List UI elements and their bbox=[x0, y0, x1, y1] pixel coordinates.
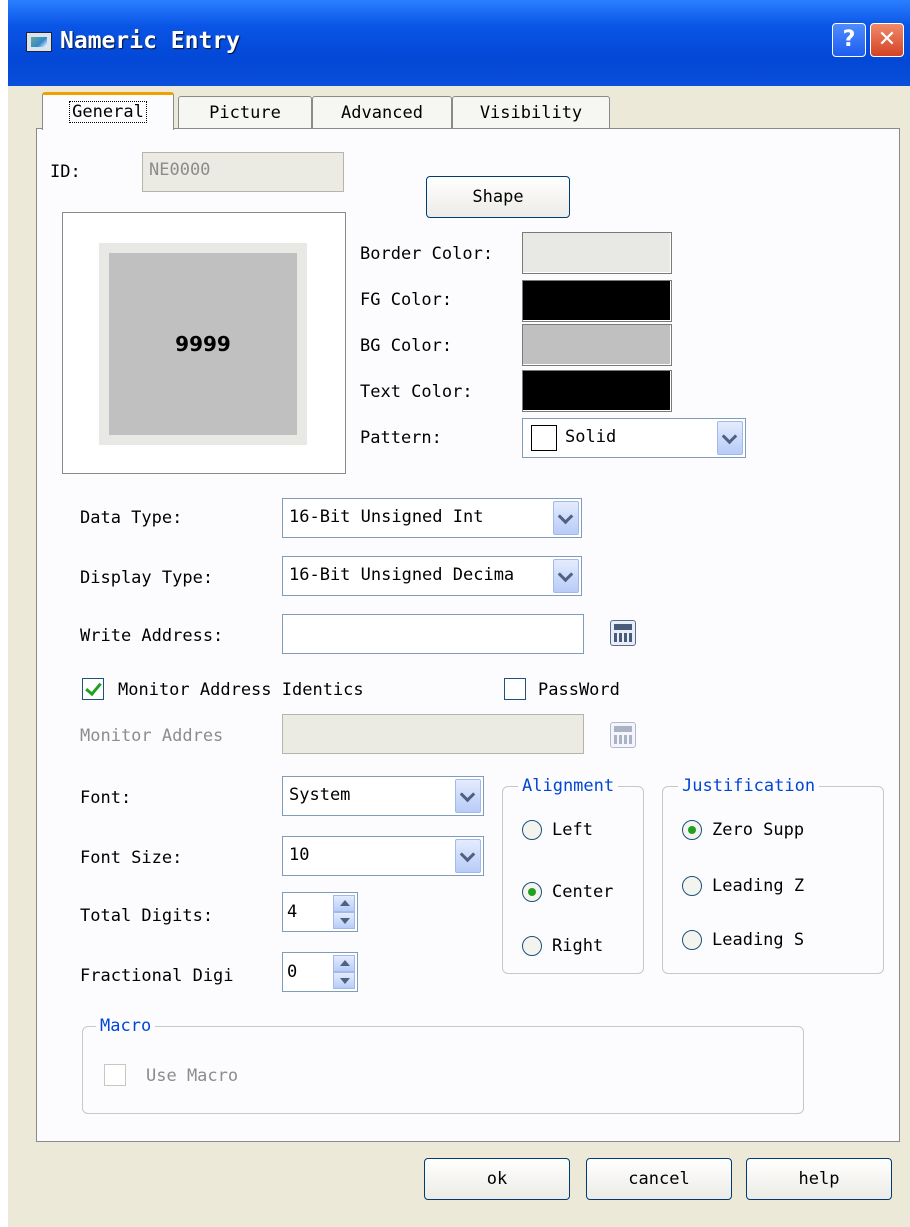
tab-general-label: General bbox=[69, 101, 147, 123]
fractional-digits-label: Fractional Digi bbox=[80, 966, 234, 986]
pattern-value: Solid bbox=[565, 427, 617, 447]
font-size-label: Font Size: bbox=[80, 848, 183, 868]
chevron-down-icon[interactable] bbox=[553, 559, 579, 593]
close-button[interactable]: ✕ bbox=[870, 23, 904, 57]
preview-value: 9999 bbox=[109, 253, 297, 435]
data-type-value: 16-Bit Unsigned Int bbox=[289, 507, 484, 527]
font-size-select[interactable]: 10 bbox=[282, 836, 484, 876]
password-label: PassWord bbox=[538, 680, 620, 700]
alignment-title: Alignment bbox=[518, 776, 619, 796]
help-titlebar-button[interactable]: ? bbox=[832, 23, 866, 57]
tab-visibility[interactable]: Visibility bbox=[452, 96, 610, 130]
pattern-label: Pattern: bbox=[360, 428, 442, 448]
tab-picture[interactable]: Picture bbox=[178, 96, 312, 130]
use-macro-label: Use Macro bbox=[146, 1066, 239, 1086]
alignment-left-label: Left bbox=[552, 820, 593, 840]
fg-color-label: FG Color: bbox=[360, 290, 453, 310]
data-type-label: Data Type: bbox=[80, 508, 183, 528]
cancel-button[interactable]: cancel bbox=[586, 1158, 732, 1200]
display-type-value: 16-Bit Unsigned Decima bbox=[289, 565, 515, 585]
tab-visibility-label: Visibility bbox=[479, 103, 583, 123]
write-address-input[interactable] bbox=[282, 614, 584, 654]
justification-leading-z-radio[interactable] bbox=[682, 876, 702, 896]
shape-button[interactable]: Shape bbox=[426, 176, 570, 218]
justification-zero-supp-radio[interactable] bbox=[682, 820, 702, 840]
chevron-down-icon[interactable] bbox=[455, 839, 481, 873]
monitor-address-label: Monitor Addres bbox=[80, 726, 224, 746]
use-macro-checkbox bbox=[104, 1064, 126, 1086]
spin-down-icon[interactable] bbox=[333, 912, 355, 929]
calculator-icon[interactable] bbox=[610, 620, 636, 646]
font-label: Font: bbox=[80, 788, 132, 808]
justification-zero-supp-label: Zero Supp bbox=[712, 820, 805, 840]
tab-picture-label: Picture bbox=[209, 103, 281, 123]
id-field: NE0000 bbox=[142, 152, 344, 192]
chevron-down-icon[interactable] bbox=[553, 501, 579, 535]
font-select[interactable]: System bbox=[282, 776, 484, 816]
total-digits-value: 4 bbox=[287, 902, 298, 922]
monitor-address-input bbox=[282, 714, 584, 754]
help-button[interactable]: help bbox=[746, 1158, 892, 1200]
font-value: System bbox=[289, 785, 351, 805]
tab-advanced-label: Advanced bbox=[341, 103, 423, 123]
bg-color-swatch[interactable] bbox=[522, 324, 672, 366]
id-label: ID: bbox=[50, 162, 81, 182]
data-type-select[interactable]: 16-Bit Unsigned Int bbox=[282, 498, 582, 538]
alignment-right-radio[interactable] bbox=[522, 936, 542, 956]
alignment-center-label: Center bbox=[552, 882, 614, 902]
text-color-swatch[interactable] bbox=[522, 370, 672, 412]
total-digits-stepper[interactable]: 4 bbox=[282, 892, 358, 932]
spin-down-icon[interactable] bbox=[333, 972, 355, 989]
alignment-center-radio[interactable] bbox=[522, 882, 542, 902]
monitor-identical-label: Monitor Address Identics bbox=[118, 680, 364, 700]
pattern-preview bbox=[531, 425, 557, 451]
text-color-label: Text Color: bbox=[360, 382, 473, 402]
chevron-down-icon[interactable] bbox=[717, 421, 743, 455]
fg-color-swatch[interactable] bbox=[522, 280, 672, 322]
justification-leading-s-radio[interactable] bbox=[682, 930, 702, 950]
justification-title: Justification bbox=[678, 776, 820, 796]
alignment-right-label: Right bbox=[552, 936, 604, 956]
write-address-label: Write Address: bbox=[80, 626, 224, 646]
display-type-select[interactable]: 16-Bit Unsigned Decima bbox=[282, 556, 582, 596]
total-digits-label: Total Digits: bbox=[80, 906, 214, 926]
border-color-label: Border Color: bbox=[360, 244, 494, 264]
tab-general[interactable]: General bbox=[42, 92, 174, 130]
pattern-select[interactable]: Solid bbox=[522, 418, 746, 458]
justification-leading-z-label: Leading Z bbox=[712, 876, 805, 896]
tab-advanced[interactable]: Advanced bbox=[312, 96, 452, 130]
fractional-digits-value: 0 bbox=[287, 962, 298, 982]
justification-leading-s-label: Leading S bbox=[712, 930, 805, 950]
preview-border: 9999 bbox=[99, 243, 307, 445]
chevron-down-icon[interactable] bbox=[455, 779, 481, 813]
password-checkbox[interactable] bbox=[504, 678, 526, 700]
spin-up-icon[interactable] bbox=[333, 955, 355, 972]
alignment-left-radio[interactable] bbox=[522, 820, 542, 840]
app-window-icon bbox=[26, 32, 52, 52]
window-title: Nameric Entry bbox=[60, 28, 241, 54]
bg-color-label: BG Color: bbox=[360, 336, 453, 356]
border-color-swatch[interactable] bbox=[522, 232, 672, 274]
shape-preview: 9999 bbox=[62, 212, 346, 474]
calculator-icon bbox=[610, 722, 636, 748]
macro-title: Macro bbox=[96, 1016, 156, 1036]
title-bar[interactable]: Nameric Entry ? ✕ bbox=[8, 0, 910, 86]
display-type-label: Display Type: bbox=[80, 568, 214, 588]
fractional-digits-stepper[interactable]: 0 bbox=[282, 952, 358, 992]
question-icon: ? bbox=[842, 27, 856, 52]
ok-button[interactable]: ok bbox=[424, 1158, 570, 1200]
spin-up-icon[interactable] bbox=[333, 895, 355, 912]
monitor-identical-checkbox[interactable] bbox=[82, 678, 104, 700]
close-icon: ✕ bbox=[877, 27, 897, 52]
font-size-value: 10 bbox=[289, 845, 310, 865]
